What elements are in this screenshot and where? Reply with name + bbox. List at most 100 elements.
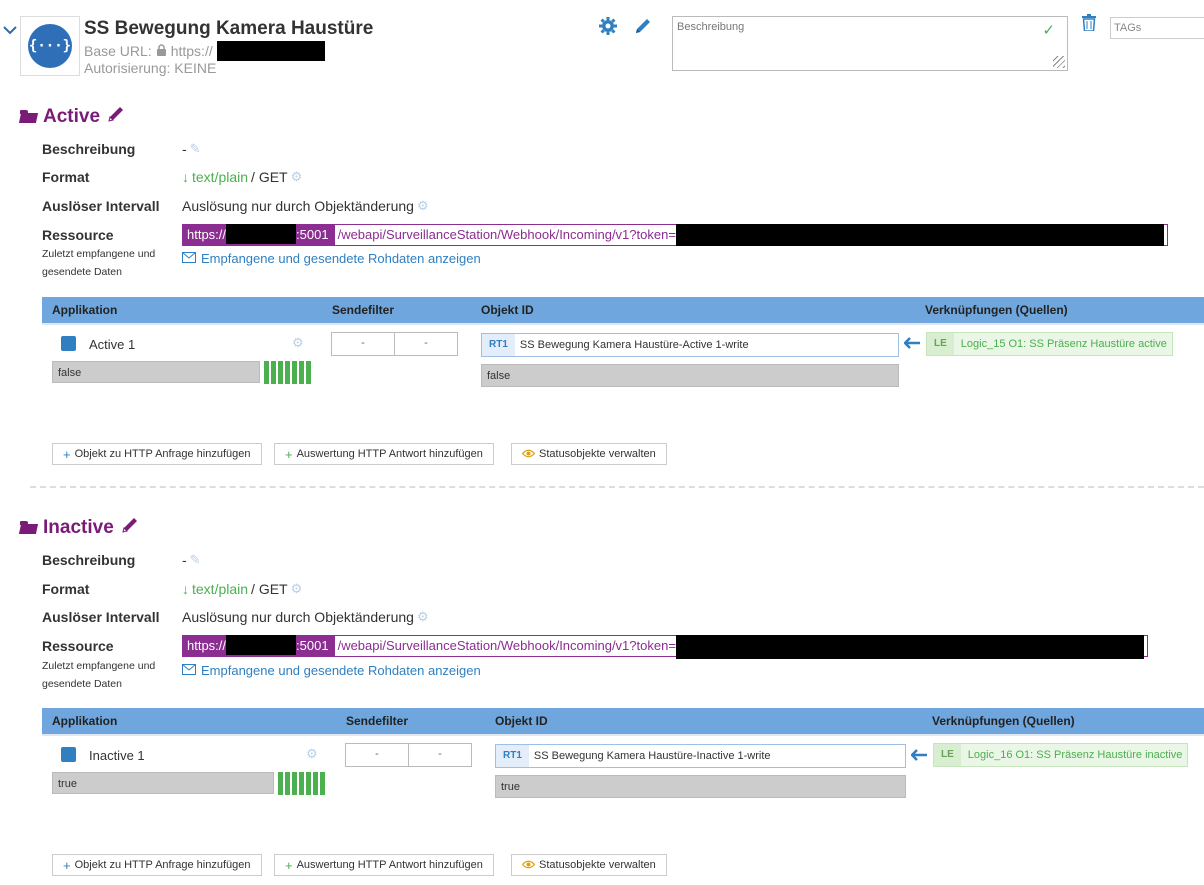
interval-text: Auslösung nur durch Objektänderung	[182, 198, 414, 214]
link-source[interactable]: LE Logic_15 O1: SS Präsenz Haustüre acti…	[926, 332, 1173, 356]
check-icon[interactable]: ✓	[1042, 21, 1055, 39]
filter-a[interactable]: -	[332, 333, 394, 355]
object-name: SS Bewegung Kamera Haustüre-Inactive 1-w…	[533, 750, 771, 762]
api-logo-icon: {···}	[28, 24, 72, 68]
col-app: Applikation	[52, 303, 118, 317]
redacted-block	[216, 41, 325, 61]
redacted-block	[675, 635, 1144, 659]
edit-pencil-icon[interactable]	[106, 104, 126, 129]
beschreibung-text: -	[182, 552, 187, 568]
col-filter: Sendefilter	[332, 303, 395, 317]
label-beschreibung: Beschreibung	[42, 552, 136, 568]
beschreibung-value: - ✎	[182, 141, 201, 157]
section-title-text: Active	[43, 105, 101, 127]
edit-pencil-icon[interactable]: ✎	[190, 552, 201, 568]
format-value: ↓ text/plain / GET ⚙	[182, 581, 302, 597]
app-checkbox[interactable]	[61, 747, 76, 762]
button-label: Objekt zu HTTP Anfrage hinzufügen	[74, 448, 251, 460]
section-title-active: Active	[20, 104, 126, 129]
interval-text: Auslösung nur durch Objektänderung	[182, 609, 414, 625]
auth-label: Autorisierung: KEINE	[84, 60, 217, 76]
section-divider	[30, 486, 1204, 488]
format-type: text/plain	[192, 581, 249, 597]
redacted-block	[675, 224, 1164, 246]
app-value: true	[52, 772, 274, 794]
format-type: text/plain	[192, 169, 249, 185]
edit-pencil-icon[interactable]	[633, 16, 653, 41]
resource-path: /webapi/SurveillanceStation/Webhook/Inco…	[337, 227, 676, 242]
link-tag: LE	[927, 333, 954, 355]
add-response-eval-button[interactable]: + Auswertung HTTP Antwort hinzufügen	[274, 443, 494, 465]
button-label: Auswertung HTTP Antwort hinzufügen	[296, 859, 483, 871]
envelope-icon	[182, 663, 196, 678]
add-response-eval-button[interactable]: + Auswertung HTTP Antwort hinzufügen	[274, 854, 494, 876]
manage-status-objects-button[interactable]: Statusobjekte verwalten	[511, 443, 667, 465]
resource-port: :5001	[296, 227, 329, 242]
section-title-text: Inactive	[43, 516, 114, 538]
col-filter: Sendefilter	[346, 714, 409, 728]
label-format: Format	[42, 169, 90, 185]
edit-pencil-icon[interactable]: ✎	[190, 141, 201, 157]
link-name: Logic_15 O1: SS Präsenz Haustüre active	[960, 338, 1167, 350]
col-links: Verknüpfungen (Quellen)	[925, 303, 1068, 317]
edit-pencil-icon[interactable]	[120, 515, 140, 540]
beschreibung-text: -	[182, 141, 187, 157]
eye-icon	[521, 447, 536, 461]
label-resource: Ressource	[42, 227, 114, 243]
label-interval: Auslöser Intervall	[42, 198, 160, 214]
link-source[interactable]: LE Logic_16 O1: SS Präsenz Haustüre inac…	[933, 743, 1188, 767]
raw-data-link-text: Empfangene und gesendete Rohdaten anzeig…	[201, 663, 481, 678]
send-filter[interactable]: - -	[331, 332, 458, 356]
object-id[interactable]: RT1 SS Bewegung Kamera Haustüre-Inactive…	[495, 744, 906, 768]
object-id[interactable]: RT1 SS Bewegung Kamera Haustüre-Active 1…	[481, 333, 899, 357]
gear-icon[interactable]	[598, 16, 618, 41]
button-label: Auswertung HTTP Antwort hinzufügen	[296, 448, 483, 460]
gear-icon[interactable]: ⚙	[306, 746, 318, 762]
resize-handle-icon[interactable]	[1053, 56, 1065, 68]
resource-path: /webapi/SurveillanceStation/Webhook/Inco…	[337, 638, 676, 653]
resource-url[interactable]: https:// :5001 /webapi/SurveillanceStati…	[182, 635, 1148, 659]
app-name: Active 1	[89, 337, 136, 352]
divider	[42, 734, 1204, 736]
folder-open-icon	[20, 110, 37, 123]
raw-data-link[interactable]: Empfangene und gesendete Rohdaten anzeig…	[182, 663, 481, 678]
format-method: / GET	[251, 581, 288, 597]
gear-icon[interactable]: ⚙	[291, 169, 303, 185]
filter-b[interactable]: -	[394, 333, 457, 355]
resource-proto: https://	[187, 638, 227, 653]
label-interval: Auslöser Intervall	[42, 609, 160, 625]
col-obj: Objekt ID	[495, 714, 548, 728]
plus-icon: +	[63, 857, 71, 873]
gear-icon[interactable]: ⚙	[291, 581, 303, 597]
description-textarea[interactable]: Beschreibung ✓	[672, 16, 1068, 71]
filter-b[interactable]: -	[408, 744, 471, 766]
tags-input[interactable]: TAGs	[1110, 17, 1204, 39]
resource-url[interactable]: https:// :5001 /webapi/SurveillanceStati…	[182, 224, 1168, 246]
manage-status-objects-button[interactable]: Statusobjekte verwalten	[511, 854, 667, 876]
collapse-chevron-icon[interactable]	[2, 22, 18, 38]
send-filter[interactable]: - -	[345, 743, 472, 767]
trash-icon[interactable]	[1082, 14, 1096, 36]
plus-icon: +	[285, 446, 293, 462]
object-value: false	[481, 364, 899, 387]
col-links: Verknüpfungen (Quellen)	[932, 714, 1075, 728]
add-request-object-button[interactable]: + Objekt zu HTTP Anfrage hinzufügen	[52, 443, 262, 465]
label-resource: Ressource	[42, 638, 114, 654]
gear-icon[interactable]: ⚙	[417, 198, 429, 214]
gear-icon[interactable]: ⚙	[292, 335, 304, 351]
plus-icon: +	[63, 446, 71, 462]
beschreibung-value: - ✎	[182, 552, 201, 568]
gear-icon[interactable]: ⚙	[417, 609, 429, 625]
object-value: true	[495, 775, 906, 798]
arrow-down-icon: ↓	[182, 581, 189, 597]
object-tag: RT1	[496, 745, 529, 767]
add-request-object-button[interactable]: + Objekt zu HTTP Anfrage hinzufügen	[52, 854, 262, 876]
app-checkbox[interactable]	[61, 336, 76, 351]
resource-path-box: /webapi/SurveillanceStation/Webhook/Inco…	[333, 635, 1148, 659]
interval-value: Auslösung nur durch Objektänderung ⚙	[182, 609, 429, 625]
object-name: SS Bewegung Kamera Haustüre-Active 1-wri…	[519, 339, 749, 351]
filter-a[interactable]: -	[346, 744, 408, 766]
interval-value: Auslösung nur durch Objektänderung ⚙	[182, 198, 429, 214]
format-value: ↓ text/plain / GET ⚙	[182, 169, 302, 185]
raw-data-link[interactable]: Empfangene und gesendete Rohdaten anzeig…	[182, 251, 481, 266]
